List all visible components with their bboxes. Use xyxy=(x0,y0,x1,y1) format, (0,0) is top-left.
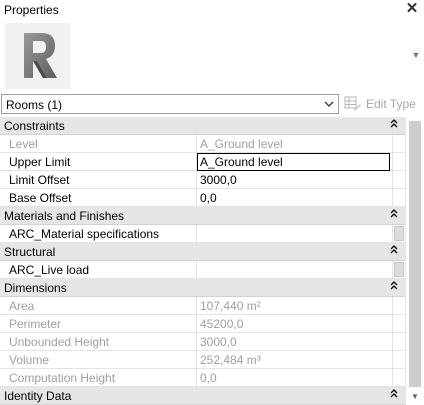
group-header[interactable]: Identity Data xyxy=(0,387,405,405)
property-name: Volume xyxy=(0,351,197,368)
property-row: Computation Height 0,0 xyxy=(0,369,405,387)
property-name: Base Offset xyxy=(0,189,197,206)
browse-button[interactable] xyxy=(394,262,404,277)
edit-type-label: Edit Type xyxy=(366,97,416,111)
property-name: Level xyxy=(0,135,197,152)
group-name: Materials and Finishes xyxy=(4,209,125,223)
group-name: Structural xyxy=(4,245,56,259)
row-side-cell xyxy=(392,261,405,278)
revit-r-logo-icon xyxy=(5,23,70,89)
close-icon[interactable]: ✕ xyxy=(405,0,419,18)
collapse-group-icon[interactable] xyxy=(387,207,401,224)
scroll-down-icon[interactable]: ▼ xyxy=(409,391,421,403)
type-selector-value: Rooms (1) xyxy=(6,98,63,112)
property-value: 107,440 m² xyxy=(200,299,261,313)
row-side-cell xyxy=(392,153,405,170)
property-value: 252,484 m³ xyxy=(200,353,261,367)
row-side-cell xyxy=(392,369,405,386)
type-preview: ▼ xyxy=(0,20,424,93)
collapse-group-icon[interactable] xyxy=(387,117,401,134)
group-name: Constraints xyxy=(4,119,65,133)
property-value[interactable]: 3000,0 xyxy=(198,171,390,188)
property-row: Volume 252,484 m³ xyxy=(0,351,405,369)
edit-type-button[interactable]: Edit Type xyxy=(343,94,423,114)
property-name: Area xyxy=(0,297,197,314)
property-value: 3000,0 xyxy=(200,335,237,349)
collapse-group-icon[interactable] xyxy=(387,387,401,404)
property-value[interactable]: 0,0 xyxy=(198,189,390,206)
property-row: Base Offset 0,0 xyxy=(0,189,405,207)
property-name: ARC_Live load xyxy=(0,261,197,278)
chevron-down-icon xyxy=(322,96,336,112)
panel-title: Properties xyxy=(4,3,59,17)
preview-dropdown-icon[interactable]: ▼ xyxy=(410,50,422,60)
property-row: Level A_Ground level xyxy=(0,135,405,153)
group-header[interactable]: Structural xyxy=(0,243,405,261)
property-value: 0,0 xyxy=(200,371,217,385)
type-selector-row: Rooms (1) Edit Type xyxy=(0,93,424,117)
row-side-cell xyxy=(392,297,405,314)
property-value[interactable] xyxy=(198,225,390,242)
row-side-cell xyxy=(392,171,405,188)
properties-grid: Constraints Level A_Ground level Upper Limi… xyxy=(0,117,424,405)
row-side-cell xyxy=(392,189,405,206)
property-row: ARC_Material specifications xyxy=(0,225,405,243)
property-value[interactable] xyxy=(198,261,390,278)
property-name: Unbounded Height xyxy=(0,333,197,350)
group-header[interactable]: Constraints xyxy=(0,117,405,135)
property-name: Upper Limit xyxy=(0,153,197,170)
collapse-group-icon[interactable] xyxy=(387,279,401,296)
property-row: ARC_Live load xyxy=(0,261,405,279)
property-value-input[interactable]: A_Ground level xyxy=(197,153,390,171)
property-name: Computation Height xyxy=(0,369,197,386)
edit-type-icon xyxy=(344,96,362,112)
type-selector-dropdown[interactable]: Rooms (1) xyxy=(1,94,339,114)
collapse-group-icon[interactable] xyxy=(387,243,401,260)
browse-button[interactable] xyxy=(394,226,404,241)
property-row: Perimeter 45200,0 xyxy=(0,315,405,333)
panel-titlebar: Properties ✕ xyxy=(0,0,424,20)
row-side-cell xyxy=(392,135,405,152)
property-row: Limit Offset 3000,0 xyxy=(0,171,405,189)
group-name: Dimensions xyxy=(4,281,67,295)
property-value: A_Ground level xyxy=(200,137,283,151)
group-header[interactable]: Dimensions xyxy=(0,279,405,297)
row-side-cell xyxy=(392,351,405,368)
row-side-cell xyxy=(392,225,405,242)
row-side-cell xyxy=(392,333,405,350)
property-name: Perimeter xyxy=(0,315,197,332)
scrollbar-thumb[interactable] xyxy=(409,121,421,387)
properties-scrollbar[interactable]: ▼ xyxy=(405,117,424,405)
group-name: Identity Data xyxy=(4,389,72,403)
property-name: ARC_Material specifications xyxy=(0,225,197,242)
property-row: Area 107,440 m² xyxy=(0,297,405,315)
row-side-cell xyxy=(392,315,405,332)
property-name: Limit Offset xyxy=(0,171,197,188)
property-row: Unbounded Height 3000,0 xyxy=(0,333,405,351)
property-value: 45200,0 xyxy=(200,317,244,331)
group-header[interactable]: Materials and Finishes xyxy=(0,207,405,225)
property-row: Upper Limit A_Ground level xyxy=(0,153,405,171)
